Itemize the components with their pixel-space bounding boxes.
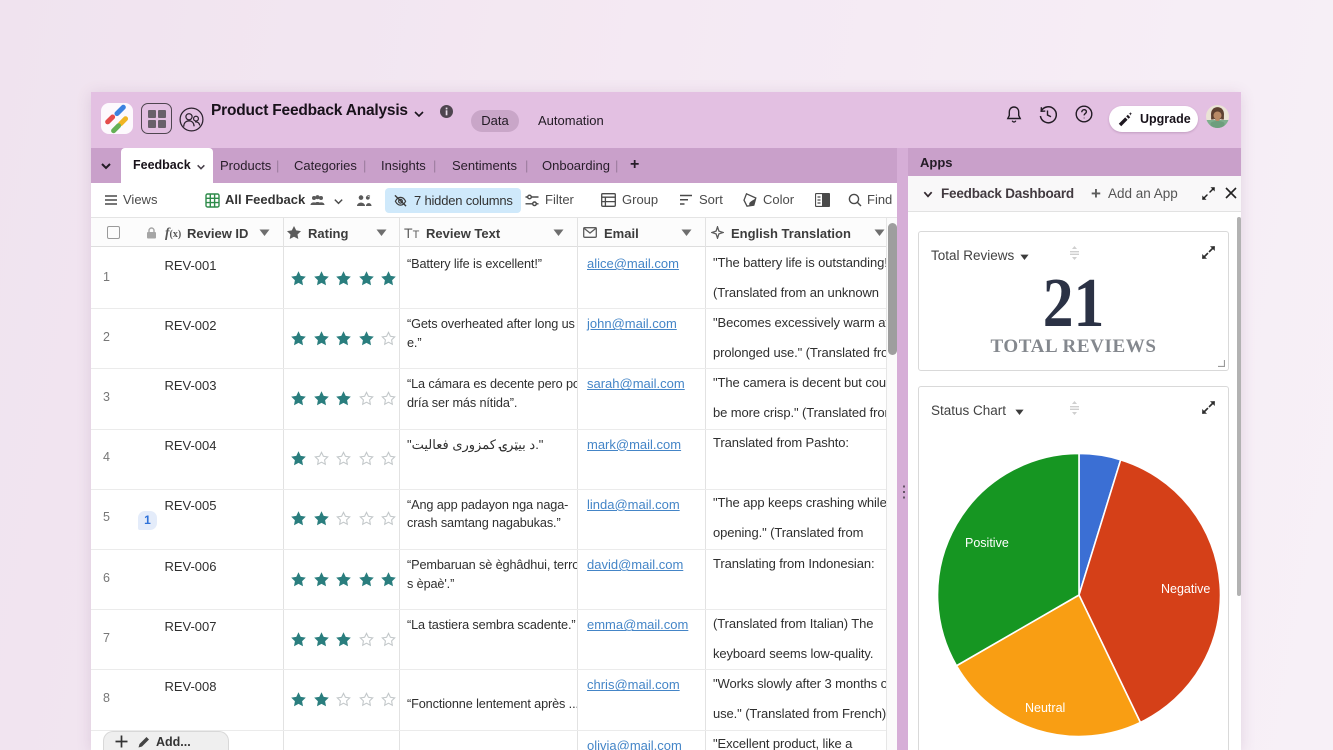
svg-text:Positive: Positive <box>965 536 1009 550</box>
svg-text:Neutral: Neutral <box>1025 701 1065 715</box>
svg-text:Negative: Negative <box>1161 582 1210 596</box>
